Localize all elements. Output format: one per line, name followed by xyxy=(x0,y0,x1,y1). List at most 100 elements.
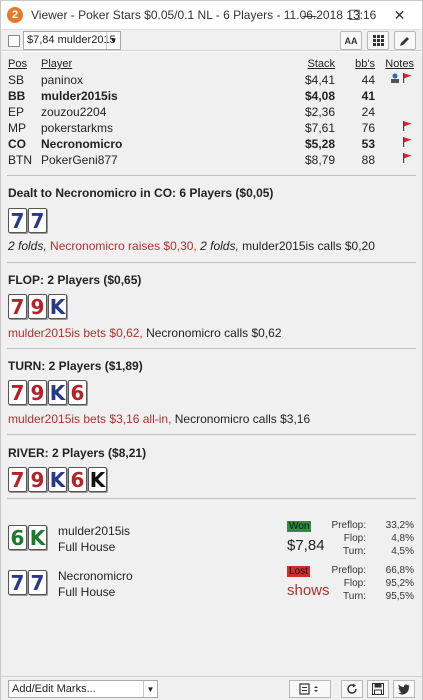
edit-pencil-icon[interactable] xyxy=(394,31,416,50)
card: 7 xyxy=(8,380,27,405)
card: 7 xyxy=(8,570,27,595)
hand-select[interactable]: $7,84 mulder2015 ▼ xyxy=(23,31,121,50)
flop-title: FLOP: 2 Players ($0,65) xyxy=(8,273,142,287)
river-title: RIVER: 2 Players ($8,21) xyxy=(8,446,147,460)
card: K xyxy=(48,294,67,319)
divider xyxy=(7,348,416,349)
red-flag-icon[interactable] xyxy=(402,73,412,83)
player-cell: zouzou2204 xyxy=(41,105,107,119)
twitter-icon[interactable] xyxy=(393,680,415,698)
stat-value: 66,8% xyxy=(385,565,414,576)
stat-value: 4,8% xyxy=(391,533,414,544)
flop-actions: mulder2015is bets $0,62, Necronomicro ca… xyxy=(8,326,282,340)
hand-content: Pos Player Stack bb's Notes SB paninox $… xyxy=(1,52,422,676)
card: K xyxy=(48,467,67,492)
stack-cell: $4,08 xyxy=(304,89,335,103)
action-text: mulder2015is bets $0,62, xyxy=(8,326,147,340)
red-flag-icon[interactable] xyxy=(402,153,412,163)
bbs-cell: 88 xyxy=(361,153,375,167)
stat-label: Turn: xyxy=(343,591,366,602)
player-table-header: Pos Player Stack bb's Notes xyxy=(1,58,422,73)
table-row[interactable]: EP zouzou2204 $2,36 24 xyxy=(1,105,422,120)
marks-select[interactable]: Add/Edit Marks... ▼ xyxy=(8,680,158,698)
grid-icon[interactable] xyxy=(367,31,389,50)
select-checkbox[interactable] xyxy=(8,35,20,47)
chevron-down-icon[interactable]: ▼ xyxy=(106,32,120,49)
chevron-down-icon[interactable]: ▼ xyxy=(143,681,157,697)
result-shows: shows xyxy=(287,582,330,599)
preflop-title: Dealt to Necronomicro in CO: 6 Players (… xyxy=(8,186,274,200)
action-text: 2 folds, xyxy=(8,239,51,253)
hole-cards: 7 7 xyxy=(8,208,47,233)
card: 9 xyxy=(28,380,47,405)
card: K xyxy=(48,380,67,405)
title-bar: 2 Viewer - Poker Stars $0.05/0.1 NL - 6 … xyxy=(1,1,422,29)
action-text: Necronomicro raises $0,30, xyxy=(50,239,201,253)
close-button[interactable]: ✕ xyxy=(377,1,422,29)
card: 7 xyxy=(28,208,47,233)
stat-value: 33,2% xyxy=(385,520,414,531)
maximize-button[interactable]: ☐ xyxy=(332,1,377,29)
col-pos: Pos xyxy=(8,58,27,70)
player-note-icon[interactable] xyxy=(390,73,400,83)
player-cell: mulder2015is xyxy=(41,89,118,103)
result-hand: Full House xyxy=(58,585,116,599)
table-row[interactable]: BTN PokerGeni877 $8,79 88 xyxy=(1,153,422,168)
stat-value: 4,5% xyxy=(391,546,414,557)
toolbar: $7,84 mulder2015 ▼ AA xyxy=(1,29,422,51)
table-row[interactable]: SB paninox $4,41 44 xyxy=(1,73,422,88)
result-player: mulder2015is xyxy=(58,524,131,538)
divider xyxy=(7,498,416,499)
stat-label: Preflop: xyxy=(331,565,366,576)
col-bbs: bb's xyxy=(355,58,375,70)
pos-cell: EP xyxy=(8,105,25,119)
viewer-window: 2 Viewer - Poker Stars $0.05/0.1 NL - 6 … xyxy=(0,0,423,700)
pos-cell: BTN xyxy=(8,153,32,167)
bbs-cell: 44 xyxy=(361,73,375,87)
col-player: Player xyxy=(41,58,73,70)
col-stack: Stack xyxy=(307,58,335,70)
table-row[interactable]: MP pokerstarkms $7,61 76 xyxy=(1,121,422,136)
divider xyxy=(7,434,416,435)
stat-label: Preflop: xyxy=(331,520,366,531)
action-text: mulder2015is calls $0,20 xyxy=(242,239,375,253)
card: 7 xyxy=(28,570,47,595)
hand-select-value: $7,84 mulder2015 xyxy=(27,34,116,46)
stat-label: Flop: xyxy=(343,533,366,544)
card: K xyxy=(88,467,107,492)
stat-label: Flop: xyxy=(343,578,366,589)
turn-actions: mulder2015is bets $3,16 all-in, Necronom… xyxy=(8,412,310,426)
action-text: 2 folds, xyxy=(200,239,243,253)
bbs-cell: 76 xyxy=(361,121,375,135)
player-cell: Necronomicro xyxy=(41,137,123,151)
bbs-cell: 24 xyxy=(361,105,375,119)
font-size-button[interactable]: AA xyxy=(340,31,362,50)
save-icon[interactable] xyxy=(367,680,389,698)
red-flag-icon[interactable] xyxy=(402,137,412,147)
pos-cell: CO xyxy=(8,137,26,151)
divider xyxy=(7,175,416,176)
app-logo-icon: 2 xyxy=(7,7,23,23)
bottom-bar: Add/Edit Marks... ▼ xyxy=(1,676,422,700)
stat-label: Turn: xyxy=(343,546,366,557)
action-text: Necronomicro calls $3,16 xyxy=(174,412,311,426)
stack-cell: $2,36 xyxy=(304,105,335,119)
clipboard-button[interactable] xyxy=(289,680,331,698)
player-cell: pokerstarkms xyxy=(41,121,114,135)
card: 9 xyxy=(28,467,47,492)
river-cards: 7 9 K 6 K xyxy=(8,467,107,492)
col-notes: Notes xyxy=(385,58,414,70)
bbs-cell: 41 xyxy=(361,89,375,103)
marks-select-value: Add/Edit Marks... xyxy=(12,683,96,695)
table-row[interactable]: BB mulder2015is $4,08 41 xyxy=(1,89,422,104)
pos-cell: BB xyxy=(8,89,26,103)
result-row: 6 K mulder2015is Full House Won $7,84 Pr… xyxy=(1,519,422,557)
won-badge: Won xyxy=(287,521,312,532)
red-flag-icon[interactable] xyxy=(402,121,412,131)
minimize-button[interactable]: — xyxy=(287,1,332,29)
table-row[interactable]: CO Necronomicro $5,28 53 xyxy=(1,137,422,152)
player-cell: PokerGeni877 xyxy=(41,153,118,167)
flop-cards: 7 9 K xyxy=(8,294,67,319)
refresh-icon[interactable] xyxy=(341,680,363,698)
card: 9 xyxy=(28,294,47,319)
